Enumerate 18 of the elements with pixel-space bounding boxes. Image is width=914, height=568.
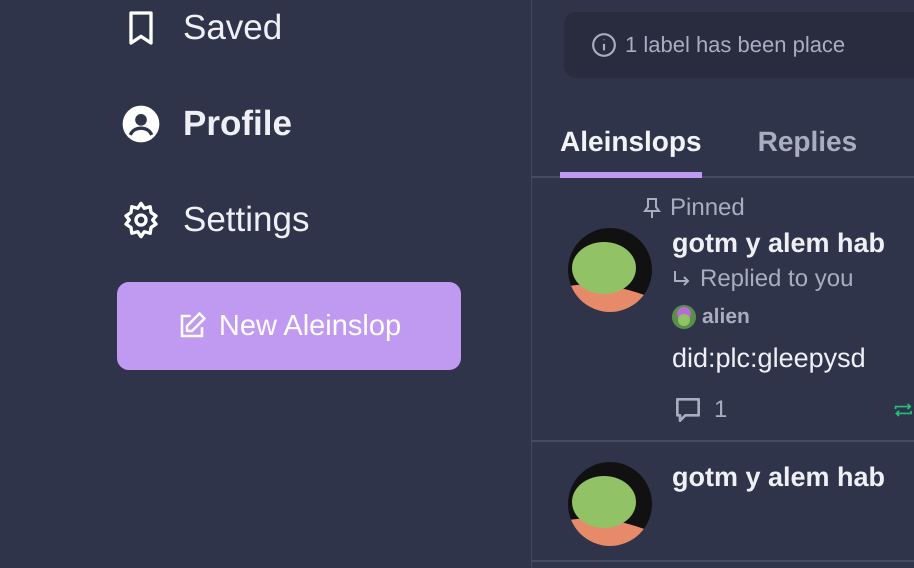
settings-icon (121, 200, 161, 240)
author-name[interactable]: gotm y alem hab (672, 462, 886, 493)
post-text: did:plc:gleepysd (672, 343, 867, 374)
label-author[interactable]: alien (702, 305, 750, 329)
notice-text: 1 label has been place (625, 32, 846, 58)
tab[interactable]: Replies (758, 126, 858, 178)
sidebar-item[interactable]: Settings (117, 172, 310, 268)
info-icon (591, 32, 617, 58)
sidebar-item[interactable]: Saved (117, 0, 282, 76)
sidebar-item[interactable]: Profile (117, 76, 292, 172)
pin-icon (642, 197, 662, 219)
pinned-text: Pinned (670, 194, 745, 222)
reply-note: Replied to you (700, 265, 854, 293)
tab[interactable]: Aleinslops (560, 126, 702, 178)
reply-count-button[interactable]: 1 (672, 394, 728, 426)
author-name[interactable]: gotm y alem hab (672, 228, 914, 259)
profile-icon (121, 104, 161, 144)
labeler-avatar (672, 305, 696, 329)
